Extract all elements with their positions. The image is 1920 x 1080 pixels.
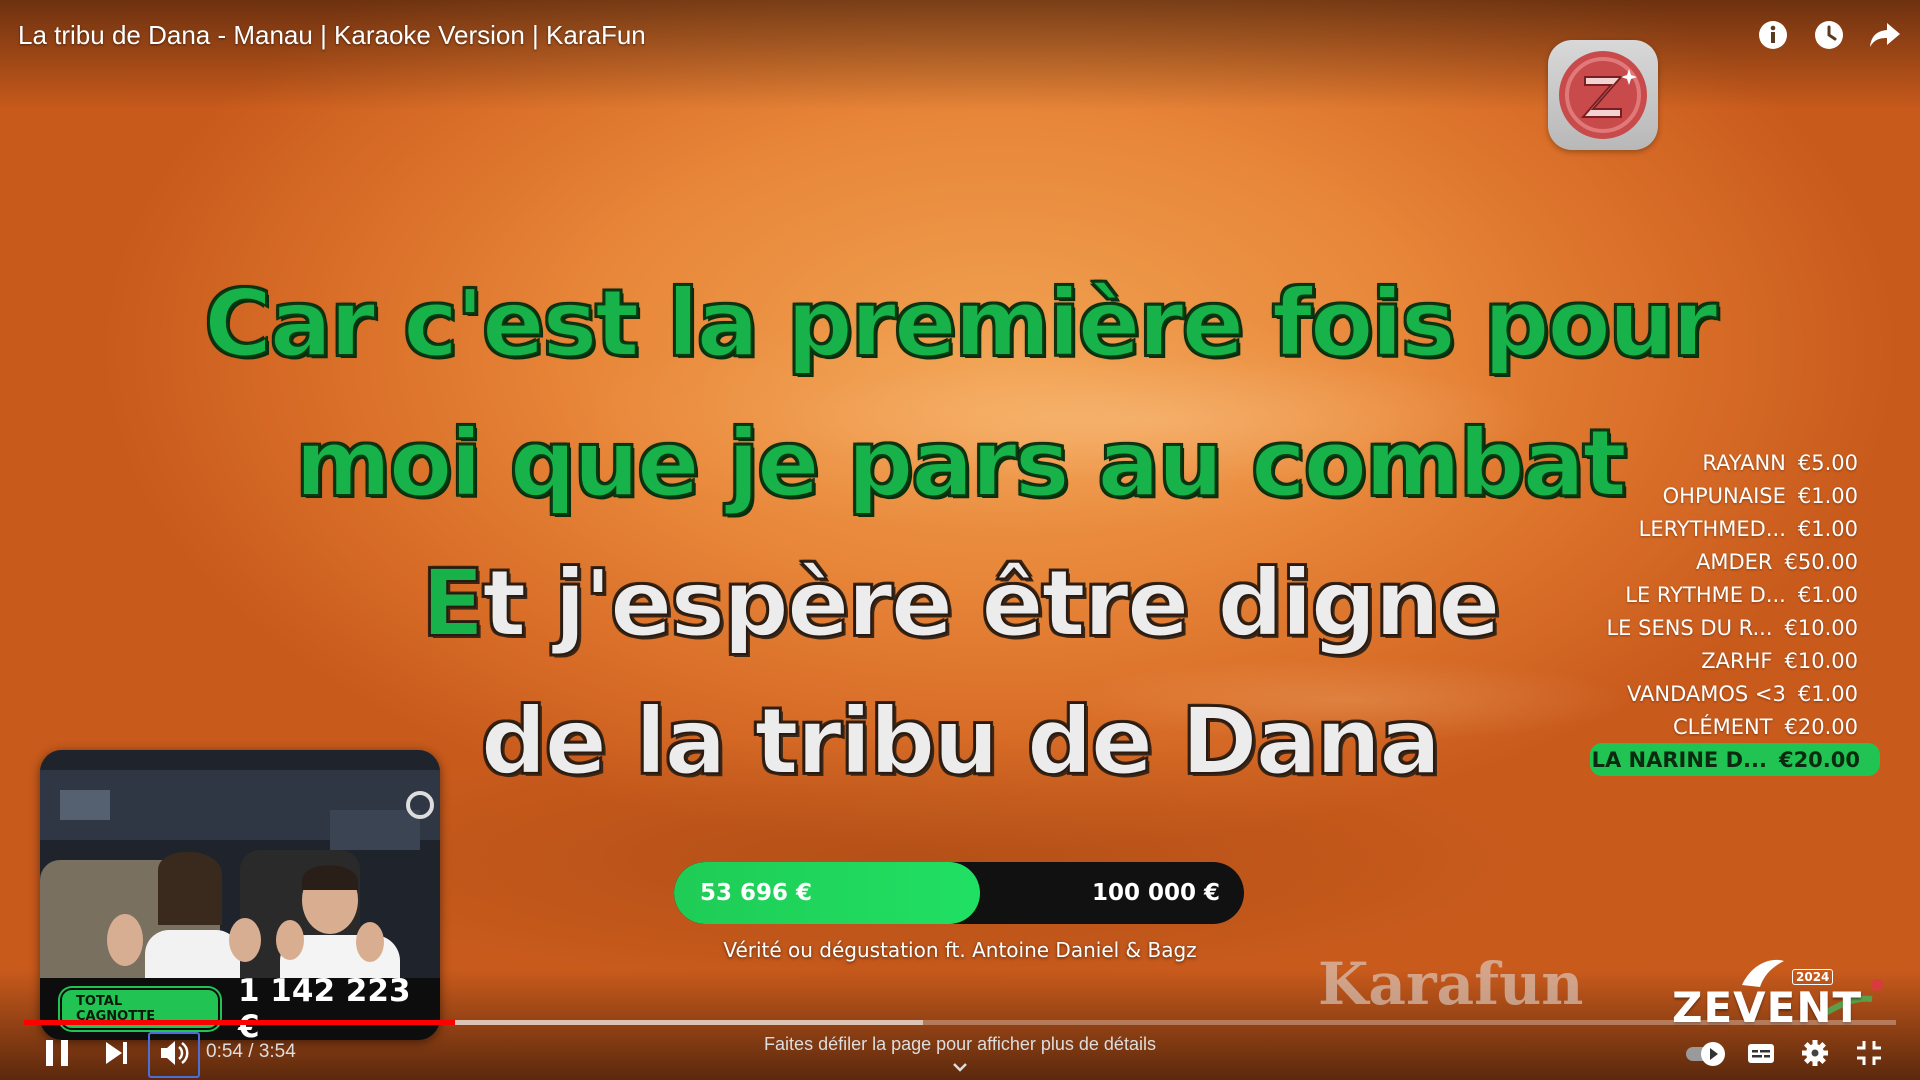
donation-list: RAYANN €5.00 OHPUNAISE €1.00 LERYTHMED... €… <box>1560 446 1880 776</box>
donation-amount: €10.00 <box>1784 615 1858 640</box>
exit-fullscreen-icon[interactable] <box>1854 1036 1884 1070</box>
donation-row: LE RYTHME D... €1.00 <box>1560 578 1880 611</box>
subtitles-icon[interactable] <box>1746 1036 1776 1070</box>
donation-amount: €1.00 <box>1797 516 1858 541</box>
donation-row: LE SENS DU R... €10.00 <box>1560 611 1880 644</box>
player-controls: 0:54 / 3:54 Faites défiler la page pour … <box>0 1030 1920 1080</box>
gear-icon[interactable] <box>1800 1036 1830 1070</box>
donation-amount: €20.00 <box>1778 747 1860 772</box>
donation-amount: €1.00 <box>1797 582 1858 607</box>
zevent-year: 2024 <box>1792 969 1834 985</box>
donation-row-latest: LA NARINE D... €20.00 <box>1590 743 1880 776</box>
donation-amount: €1.00 <box>1797 681 1858 706</box>
donor-name: ZARHF <box>1701 648 1773 673</box>
donor-name: CLÉMENT <box>1672 714 1773 739</box>
donation-row: VANDAMOS <3 €1.00 <box>1560 677 1880 710</box>
donor-name: LE SENS DU R... <box>1606 615 1773 640</box>
scroll-hint[interactable]: Faites défiler la page pour afficher plu… <box>0 1034 1920 1055</box>
karafun-watermark: Karafun <box>1318 950 1584 1018</box>
goal-current-amount: 53 696 € <box>700 880 813 906</box>
seek-bar[interactable] <box>24 1020 1896 1025</box>
lyric-line-3-unsung-part: t j'espère être digne <box>481 549 1501 658</box>
donor-name: AMDER <box>1696 549 1773 574</box>
donor-name: LERYTHMED... <box>1638 516 1786 541</box>
z-channel-logo <box>1548 40 1658 150</box>
video-frame[interactable]: La tribu de Dana - Manau | Karaoke Versi… <box>0 0 1920 1080</box>
donor-name: RAYANN <box>1702 450 1786 475</box>
clock-icon[interactable] <box>1812 18 1846 52</box>
donation-row: LERYTHMED... €1.00 <box>1560 512 1880 545</box>
donation-amount: €5.00 <box>1797 450 1858 475</box>
donation-amount: €20.00 <box>1784 714 1858 739</box>
donation-amount: €1.00 <box>1797 483 1858 508</box>
seek-played <box>24 1020 455 1025</box>
donor-name: LE RYTHME D... <box>1625 582 1786 607</box>
donor-name: VANDAMOS <3 <box>1627 681 1786 706</box>
goal-progress-bar: 53 696 € 100 000 € <box>674 862 1244 924</box>
donation-amount: €50.00 <box>1784 549 1858 574</box>
info-icon[interactable] <box>1756 18 1790 52</box>
donation-amount: €10.00 <box>1784 648 1858 673</box>
donation-row: AMDER €50.00 <box>1560 545 1880 578</box>
donation-row: RAYANN €5.00 <box>1560 446 1880 479</box>
autoplay-toggle-icon[interactable] <box>1684 1036 1730 1070</box>
donation-row: ZARHF €10.00 <box>1560 644 1880 677</box>
top-right-controls <box>1756 18 1902 52</box>
donation-row: OHPUNAISE €1.00 <box>1560 479 1880 512</box>
share-icon[interactable] <box>1868 18 1902 52</box>
chevron-down-icon[interactable] <box>952 1058 968 1077</box>
goal-target-amount: 100 000 € <box>1091 880 1220 906</box>
donor-name: OHPUNAISE <box>1662 483 1786 508</box>
lyric-line-3-sung-part: E <box>420 549 485 658</box>
donation-row: CLÉMENT €20.00 <box>1560 710 1880 743</box>
donor-name: LA NARINE D... <box>1591 747 1767 772</box>
video-title[interactable]: La tribu de Dana - Manau | Karaoke Versi… <box>18 20 646 51</box>
lyric-line-1: Car c'est la première fois pour <box>203 269 1718 378</box>
